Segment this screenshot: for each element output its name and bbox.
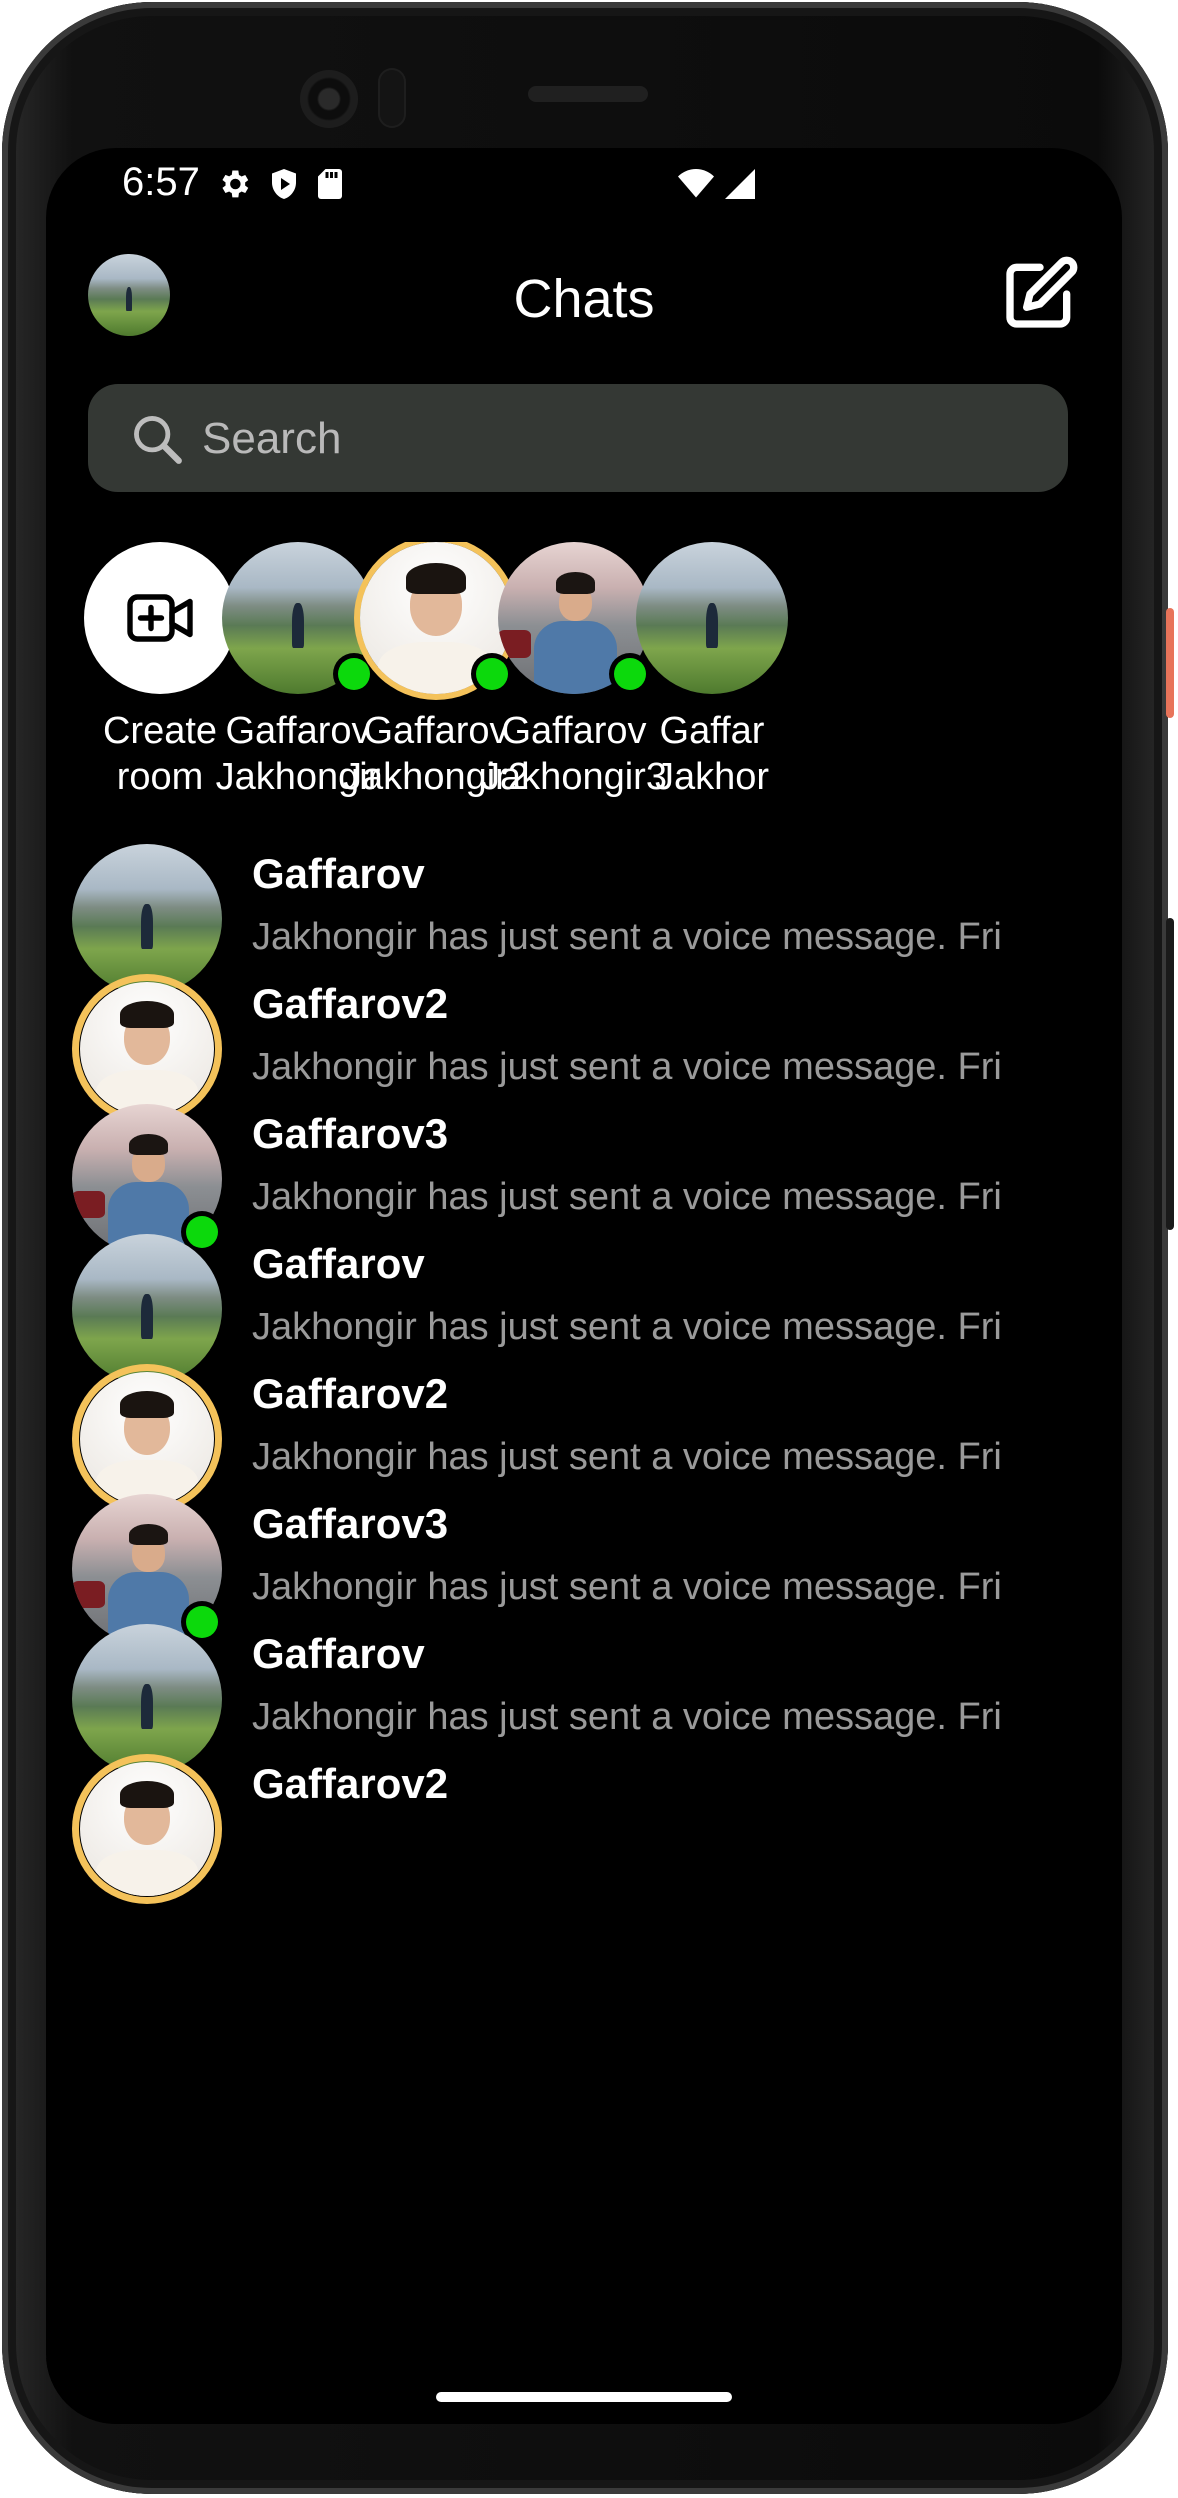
wifi-icon xyxy=(678,169,714,198)
status-bar: 6:57 xyxy=(46,148,1122,218)
chat-avatar xyxy=(72,1364,222,1514)
search-placeholder: Search xyxy=(202,414,342,463)
shield-play-icon xyxy=(272,169,296,199)
chat-row[interactable]: Gaffarov2 xyxy=(46,1754,1122,1960)
compose-icon[interactable] xyxy=(1000,254,1080,334)
search-bar[interactable]: Search xyxy=(88,384,1068,492)
volume-button xyxy=(1166,918,1174,1230)
story-avatar xyxy=(636,542,788,694)
story-avatar xyxy=(360,542,512,694)
screen: 6:57 Chats Search Create room Gaffarov J… xyxy=(46,148,1122,2424)
front-camera xyxy=(300,70,358,128)
chat-avatar xyxy=(72,1624,222,1774)
signal-icon xyxy=(725,169,755,199)
home-indicator[interactable] xyxy=(436,2392,732,2402)
app-header: Chats xyxy=(46,244,1122,354)
chat-avatar xyxy=(72,1234,222,1384)
chat-last-message: Jakhongir has just sent a voice message.… xyxy=(252,1436,1002,1478)
chat-name: Gaffarov xyxy=(252,1240,425,1287)
story-avatar xyxy=(498,542,650,694)
chat-name: Gaffarov3 xyxy=(252,1110,449,1157)
chat-list: Gaffarov Jakhongir has just sent a voice… xyxy=(46,844,1122,2424)
chat-avatar xyxy=(72,1754,222,1904)
chat-last-message: Jakhongir has just sent a voice message.… xyxy=(252,1566,1002,1608)
chat-last-message: Jakhongir has just sent a voice message.… xyxy=(252,916,1002,958)
story-label: Gaffar Jakhor xyxy=(654,710,770,798)
sd-card-icon xyxy=(318,169,342,199)
create-room-circle xyxy=(84,542,236,694)
bottom-gesture-area xyxy=(46,2358,1122,2424)
chat-avatar xyxy=(72,844,222,994)
chat-name: Gaffarov2 xyxy=(252,1370,449,1417)
chat-last-message: Jakhongir has just sent a voice message.… xyxy=(252,1176,1002,1218)
chat-name: Gaffarov3 xyxy=(252,1500,449,1547)
chat-avatar xyxy=(72,974,222,1124)
chat-avatar xyxy=(72,1494,222,1644)
story-avatar xyxy=(222,542,374,694)
chat-name: Gaffarov xyxy=(252,1630,425,1677)
chat-name: Gaffarov xyxy=(252,850,425,897)
chat-last-message: Jakhongir has just sent a voice message.… xyxy=(252,1306,1002,1348)
chat-last-message: Jakhongir has just sent a voice message.… xyxy=(252,1046,1002,1088)
video-plus-icon xyxy=(127,594,193,642)
power-button xyxy=(1166,608,1174,718)
search-icon xyxy=(134,416,182,464)
chat-avatar xyxy=(72,1104,222,1254)
chat-name: Gaffarov2 xyxy=(252,980,449,1027)
page-title: Chats xyxy=(513,269,655,329)
status-time: 6:57 xyxy=(122,160,200,204)
stories-row: Create room Gaffarov Jakhongir Gaffarov Jak… xyxy=(46,542,1076,802)
settings-icon xyxy=(222,170,249,198)
earpiece-speaker xyxy=(528,86,648,102)
proximity-sensor xyxy=(378,68,406,128)
chat-last-message: Jakhongir has just sent a voice message.… xyxy=(252,1696,1002,1738)
chat-name: Gaffarov2 xyxy=(252,1760,449,1807)
